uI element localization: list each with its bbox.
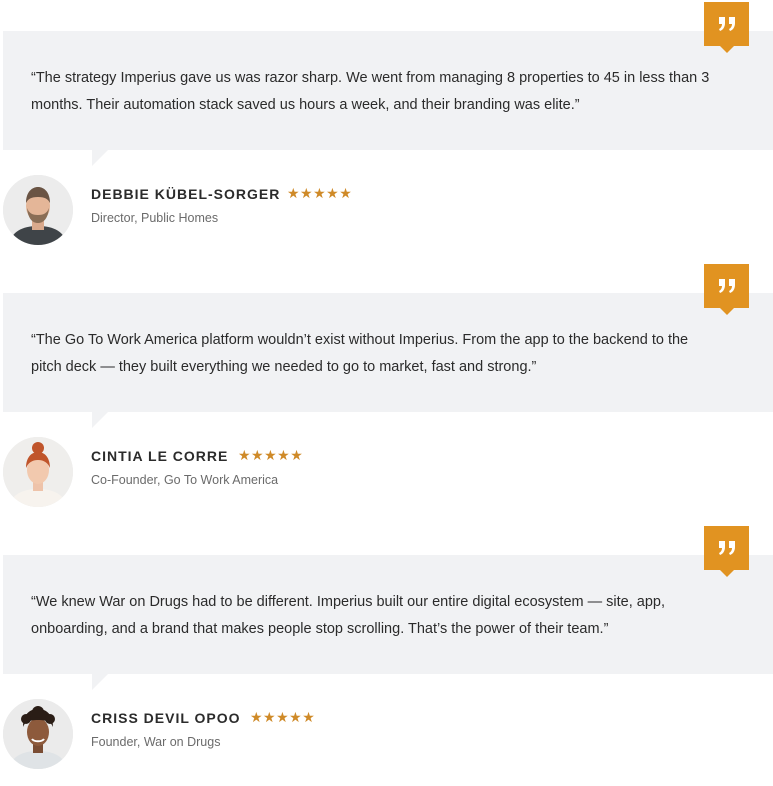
avatar xyxy=(3,699,73,769)
author-role: Director, Public Homes xyxy=(91,211,219,225)
quote-box: “The strategy Imperius gave us was razor… xyxy=(3,31,773,166)
avatar xyxy=(3,175,73,245)
testimonial-card: “The strategy Imperius gave us was razor… xyxy=(0,0,773,262)
testimonial-card: “We knew War on Drugs had to be differen… xyxy=(0,524,773,786)
star-rating-icon: ★★★★★ xyxy=(238,447,304,463)
testimonial-card: “The Go To Work America platform wouldn’… xyxy=(0,262,773,524)
quote-box: “The Go To Work America platform wouldn’… xyxy=(3,293,773,428)
star-rating-icon: ★★★★★ xyxy=(250,709,316,725)
man-with-beard-portrait-icon xyxy=(3,175,73,245)
quote-mark-icon xyxy=(704,264,749,315)
quote-mark-icon xyxy=(704,2,749,53)
man-with-curly-hair-portrait-icon xyxy=(3,699,73,769)
woman-with-red-hair-portrait-icon xyxy=(3,437,73,507)
avatar xyxy=(3,437,73,507)
quote-text: “The Go To Work America platform wouldn’… xyxy=(31,332,689,375)
author-role: Founder, War on Drugs xyxy=(91,735,221,749)
author-name: CINTIA LE CORRE xyxy=(91,448,229,464)
author-name: DEBBIE KÜBEL-SORGER xyxy=(91,186,281,202)
quote-mark-icon xyxy=(704,526,749,577)
author-role: Co-Founder, Go To Work America xyxy=(91,473,279,487)
author-name: CRISS DEVIL OPOO xyxy=(91,710,241,726)
quote-box: “We knew War on Drugs had to be differen… xyxy=(3,555,773,690)
quote-text: “We knew War on Drugs had to be differen… xyxy=(31,594,665,637)
star-rating-icon: ★★★★★ xyxy=(287,185,353,201)
quote-text: “The strategy Imperius gave us was razor… xyxy=(31,70,710,113)
